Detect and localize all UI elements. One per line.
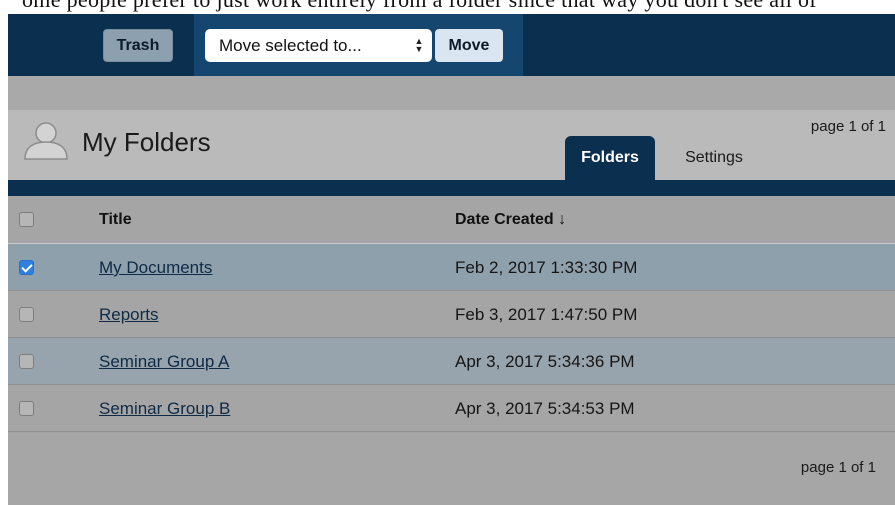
move-destination-value: Move selected to... [219, 35, 362, 55]
select-arrows-icon: ▲ ▼ [414, 36, 424, 54]
title-column-header[interactable]: Title [99, 211, 132, 229]
folder-link[interactable]: Seminar Group A [99, 352, 229, 372]
move-destination-select[interactable]: Move selected to... ▲ ▼ [205, 29, 432, 62]
row-checkbox[interactable] [19, 401, 34, 416]
trash-button[interactable]: Trash [103, 29, 173, 62]
folder-link[interactable]: Seminar Group B [99, 399, 230, 419]
select-all-checkbox[interactable] [19, 212, 34, 227]
tab-underline-bar [8, 180, 895, 196]
move-button[interactable]: Move [435, 29, 503, 62]
row-checkbox[interactable] [19, 354, 34, 369]
folders-header: My Folders page 1 of 1 Folders Settings [8, 110, 895, 180]
date-created-cell: Apr 3, 2017 5:34:36 PM [455, 352, 635, 371]
folders-table: Title Date Created ↓ My Documents Feb 2,… [8, 196, 895, 432]
date-created-cell: Feb 2, 2017 1:33:30 PM [455, 258, 638, 277]
user-avatar-icon [24, 122, 68, 160]
table-footer: page 1 of 1 [8, 433, 895, 505]
spacer-strip [8, 76, 895, 110]
table-row[interactable]: Reports Feb 3, 2017 1:47:50 PM [8, 291, 895, 338]
row-checkbox[interactable] [19, 260, 34, 275]
pagination-bottom: page 1 of 1 [800, 459, 876, 476]
toolbar: Trash Move selected to... ▲ ▼ Move [8, 14, 895, 76]
date-created-column-header[interactable]: Date Created ↓ [455, 211, 566, 229]
tab-folders[interactable]: Folders [565, 136, 655, 180]
date-created-cell: Apr 3, 2017 5:34:53 PM [455, 399, 635, 418]
clipped-text-fragment: ome people prefer to just work entirely … [0, 0, 895, 14]
folder-manager: Trash Move selected to... ▲ ▼ Move My Fol… [8, 14, 895, 505]
row-checkbox[interactable] [19, 307, 34, 322]
date-created-cell: Feb 3, 2017 1:47:50 PM [455, 305, 638, 324]
table-header-row: Title Date Created ↓ [8, 196, 895, 244]
folder-link[interactable]: Reports [99, 305, 159, 325]
table-row[interactable]: Seminar Group B Apr 3, 2017 5:34:53 PM [8, 385, 895, 432]
tab-settings[interactable]: Settings [670, 136, 758, 180]
table-row[interactable]: My Documents Feb 2, 2017 1:33:30 PM [8, 244, 895, 291]
page-title: My Folders [82, 127, 211, 157]
table-row[interactable]: Seminar Group A Apr 3, 2017 5:34:36 PM [8, 338, 895, 385]
pagination-top: page 1 of 1 [810, 118, 886, 135]
folder-link[interactable]: My Documents [99, 258, 212, 278]
